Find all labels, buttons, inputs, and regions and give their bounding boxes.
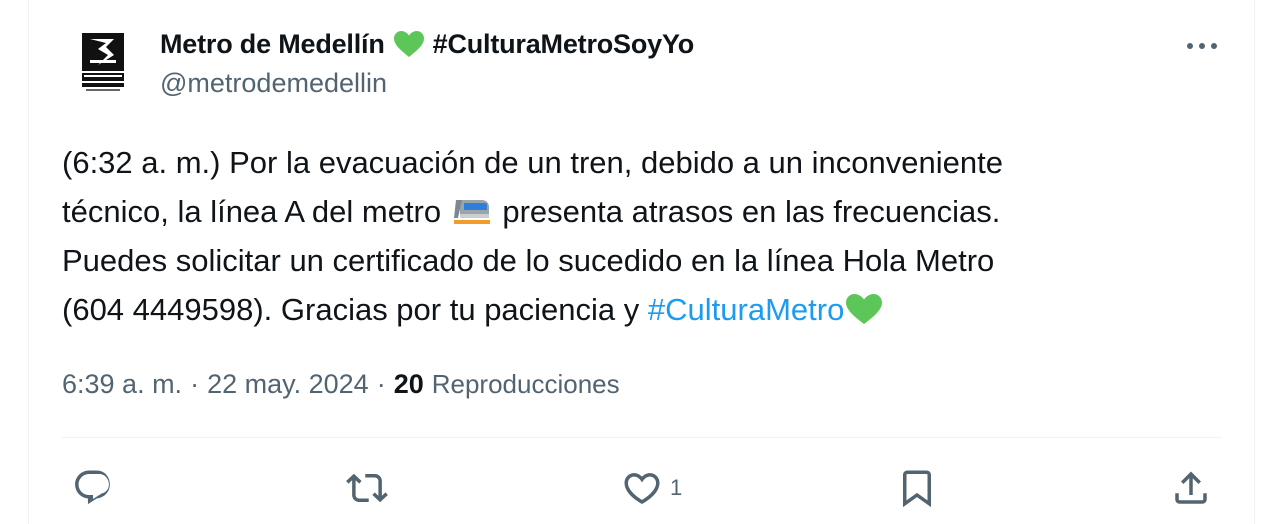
reply-icon xyxy=(75,470,110,505)
author-name-row[interactable]: Metro de Medellín #CulturaMetroSoyYo xyxy=(160,26,694,62)
tweet-date[interactable]: 22 may. 2024 xyxy=(207,369,369,400)
more-options-button[interactable] xyxy=(1180,30,1224,62)
tweet-meta: 6:39 a. m. · 22 may. 2024 · 20 Reproducc… xyxy=(62,366,620,402)
tweet-actions: 1 xyxy=(0,466,1276,510)
hashtag-link[interactable]: #CulturaMetro xyxy=(648,292,844,327)
like-count: 1 xyxy=(670,475,683,500)
tweet-text: (6:32 a. m.) Por la evacuación de un tre… xyxy=(62,138,1212,334)
heart-outline-icon xyxy=(624,473,660,505)
views-label: Reproducciones xyxy=(431,368,620,399)
like-button[interactable]: 1 xyxy=(620,466,682,510)
tweet-text-line-4: (604 4449598). Gracias por tu paciencia … xyxy=(62,292,648,327)
tweet-text-line-3: Puedes solicitar un certificado de lo su… xyxy=(62,243,995,278)
share-icon xyxy=(1175,471,1207,504)
divider xyxy=(62,437,1222,438)
card-left-border xyxy=(28,0,29,524)
retweet-icon xyxy=(346,473,388,503)
author-handle[interactable]: @metrodemedellin xyxy=(160,68,387,99)
more-dots-icon xyxy=(1187,43,1217,49)
tweet-time[interactable]: 6:39 a. m. xyxy=(62,369,182,400)
reply-button[interactable] xyxy=(72,466,120,510)
tweet-card: Metro de Medellín #CulturaMetroSoyYo @me… xyxy=(0,0,1276,524)
tweet-text-line-1: (6:32 a. m.) Por la evacuación de un tre… xyxy=(62,145,1003,180)
meta-separator: · xyxy=(190,368,200,399)
views-count: 20 xyxy=(393,368,424,399)
train-icon xyxy=(453,200,490,224)
bookmark-icon xyxy=(903,470,931,508)
card-right-border xyxy=(1254,0,1255,524)
tweet-text-line-2b: presenta atrasos en las frecuencias. xyxy=(493,194,1001,229)
author-name-tag[interactable]: #CulturaMetroSoyYo xyxy=(433,29,695,60)
green-heart-icon xyxy=(393,31,424,57)
tweet-text-line-2a: técnico, la línea A del metro xyxy=(62,194,450,229)
green-heart-emoji-icon xyxy=(846,294,883,324)
author-display-name[interactable]: Metro de Medellín xyxy=(160,29,385,60)
bookmark-button[interactable] xyxy=(896,466,944,510)
meta-separator-2: · xyxy=(376,368,386,399)
metro-medellin-logo-icon xyxy=(82,33,124,91)
share-button[interactable] xyxy=(1170,466,1218,510)
avatar[interactable] xyxy=(68,24,140,96)
retweet-button[interactable] xyxy=(344,466,396,510)
